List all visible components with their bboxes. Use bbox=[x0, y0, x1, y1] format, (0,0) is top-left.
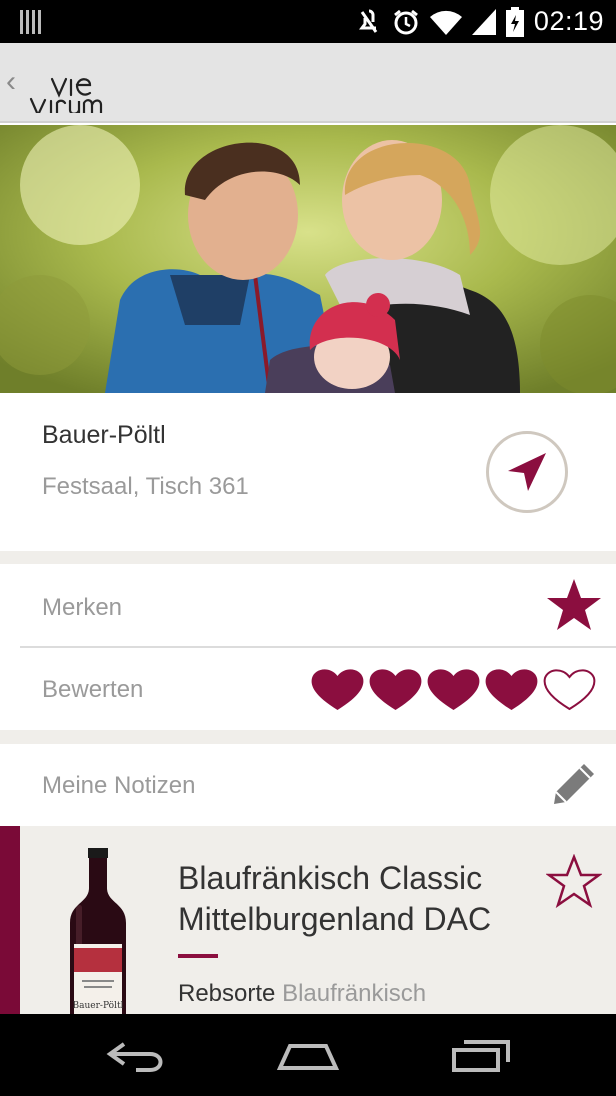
clock-time: 02:19 bbox=[533, 6, 604, 36]
wine-name: Blaufränkisch Classic Mittelburgenland D… bbox=[178, 860, 492, 937]
star-outline-icon[interactable] bbox=[546, 854, 602, 908]
producer-location: Festsaal, Tisch 361 bbox=[42, 473, 249, 500]
heart-outline-icon[interactable] bbox=[542, 666, 597, 712]
signal-icon bbox=[471, 8, 496, 35]
navigate-arrow-icon bbox=[508, 453, 546, 491]
back-icon[interactable] bbox=[106, 1038, 166, 1072]
section-gap bbox=[0, 730, 616, 744]
wifi-icon bbox=[429, 10, 462, 35]
rating-label: Bewerten bbox=[42, 676, 144, 703]
alarm-icon bbox=[393, 9, 418, 34]
pencil-icon[interactable] bbox=[550, 758, 600, 808]
heart-icon[interactable] bbox=[310, 666, 365, 712]
recents-icon[interactable] bbox=[450, 1038, 512, 1072]
battery-icon bbox=[505, 6, 524, 37]
section-gap bbox=[0, 551, 616, 564]
wine-grape-variety: Rebsorte Blaufränkisch bbox=[178, 980, 426, 1008]
bottle-label-text: Bauer-Pöltl bbox=[73, 1001, 124, 1011]
hero-photo bbox=[0, 125, 616, 393]
producer-card: Bauer-Pöltl Festsaal, Tisch 361 bbox=[0, 393, 616, 551]
home-icon[interactable] bbox=[276, 1038, 340, 1072]
wine-card[interactable]: Bauer-Pöltl Blaufränkisch Classic Mittel… bbox=[0, 826, 616, 1014]
action-bar: ‹ bbox=[0, 43, 616, 123]
wine-bottle-image: Bauer-Pöltl bbox=[70, 848, 126, 1014]
grape-variety-label: Rebsorte bbox=[178, 980, 276, 1007]
rating-row: Bewerten bbox=[0, 648, 616, 730]
navigate-button[interactable] bbox=[486, 431, 568, 513]
wine-accent-bar bbox=[0, 826, 20, 1014]
notification-icon bbox=[20, 10, 41, 34]
notes-row[interactable]: Meine Notizen bbox=[0, 744, 616, 826]
vievinum-logo[interactable] bbox=[28, 53, 112, 113]
heart-icon[interactable] bbox=[426, 666, 481, 712]
heart-icon[interactable] bbox=[368, 666, 423, 712]
producer-name: Bauer-Pöltl bbox=[42, 421, 166, 449]
status-bar: 02:19 bbox=[0, 0, 616, 43]
star-solid-icon[interactable] bbox=[546, 578, 602, 632]
rating-hearts bbox=[310, 666, 597, 712]
heart-icon[interactable] bbox=[484, 666, 539, 712]
notes-label: Meine Notizen bbox=[42, 772, 196, 799]
back-chevron-icon[interactable]: ‹ bbox=[6, 65, 16, 99]
wine-title-underline bbox=[178, 954, 218, 958]
grape-variety-value: Blaufränkisch bbox=[282, 980, 427, 1007]
system-nav-bar bbox=[0, 1014, 616, 1096]
vibrate-mute-icon bbox=[358, 9, 378, 33]
bookmark-row[interactable]: Merken bbox=[0, 564, 616, 646]
bookmark-label: Merken bbox=[42, 594, 123, 621]
